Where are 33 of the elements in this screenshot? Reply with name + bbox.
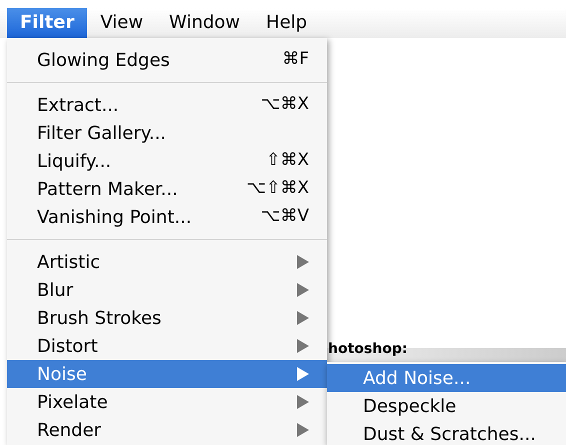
menu-item[interactable]: Blur bbox=[7, 276, 327, 304]
submenu-arrow-icon bbox=[297, 311, 309, 325]
menu-item[interactable]: Dust & Scratches... bbox=[327, 420, 566, 445]
menu-item[interactable]: Render bbox=[7, 416, 327, 444]
menu-title[interactable]: Filter bbox=[7, 8, 88, 38]
menu-title[interactable]: Help bbox=[253, 8, 320, 38]
menu-item[interactable]: Distort bbox=[7, 332, 327, 360]
submenu-arrow-icon bbox=[297, 395, 309, 409]
shortcut-label: ⇧⌘X bbox=[266, 149, 309, 172]
menu-item[interactable]: Glowing Edges ⌘F bbox=[7, 46, 327, 74]
submenu-arrow-icon bbox=[297, 255, 309, 269]
submenu-arrow-icon bbox=[297, 339, 309, 353]
submenu-arrow-icon bbox=[297, 423, 309, 437]
menu-item[interactable]: Artistic bbox=[7, 248, 327, 276]
submenu-arrow-icon bbox=[297, 283, 309, 297]
menu-item[interactable]: Brush Strokes bbox=[7, 304, 327, 332]
submenu-arrow-icon bbox=[297, 367, 309, 381]
shortcut-label: ⌥⌘V bbox=[260, 205, 309, 228]
menu-item[interactable]: Add Noise... bbox=[327, 364, 566, 392]
menu-item[interactable]: Extract... ⌥⌘X bbox=[7, 91, 327, 119]
menu-item[interactable]: Liquify... ⇧⌘X bbox=[7, 147, 327, 175]
menu-item[interactable]: Filter Gallery... bbox=[7, 119, 327, 147]
menu-item[interactable]: Noise bbox=[7, 360, 327, 388]
menu-item[interactable]: Pixelate bbox=[7, 388, 327, 416]
menu-title[interactable]: Window bbox=[156, 8, 254, 38]
shortcut-label: ⌥⇧⌘X bbox=[246, 177, 309, 200]
page-heading: hotoshop: bbox=[328, 340, 408, 358]
menu-item[interactable]: Vanishing Point... ⌥⌘V bbox=[7, 203, 327, 231]
menu-title[interactable]: View bbox=[87, 8, 156, 38]
shortcut-label: ⌘F bbox=[282, 48, 309, 72]
menu-item[interactable]: Pattern Maker... ⌥⇧⌘X bbox=[7, 175, 327, 203]
menu-item[interactable]: Despeckle bbox=[327, 392, 566, 420]
shortcut-label: ⌥⌘X bbox=[260, 93, 309, 116]
